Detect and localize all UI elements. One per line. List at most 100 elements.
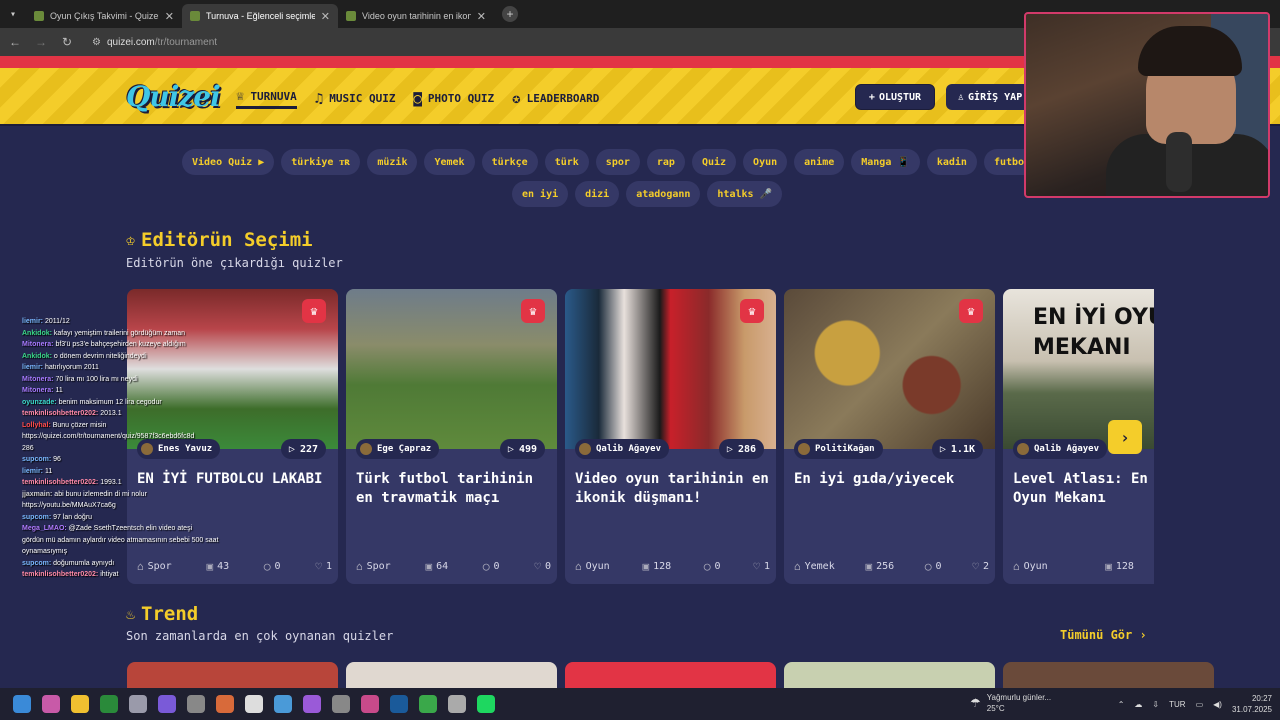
taskbar-app-icon[interactable] <box>13 695 31 713</box>
taskbar-app-icon[interactable] <box>448 695 466 713</box>
forward-arrow-icon[interactable]: → <box>34 35 48 49</box>
taskbar-app-icon[interactable] <box>303 695 321 713</box>
trophy-icon: ♕ <box>236 88 245 104</box>
chat-text: https://youtu.be/MMAuX7ca6g <box>22 502 116 509</box>
chat-username: supcom: <box>22 456 52 463</box>
tag-chip[interactable]: anime <box>794 149 845 175</box>
tab-close-icon[interactable]: ✕ <box>165 10 174 23</box>
quizei-logo[interactable]: Quizei <box>126 80 221 113</box>
url-field[interactable]: ⚙ quizei.com/tr/tournament <box>92 37 217 48</box>
reload-icon[interactable]: ↻ <box>60 35 74 49</box>
tag-chip[interactable]: türkçe <box>481 149 538 175</box>
tab-search-chevron-icon[interactable]: ▾ <box>0 0 26 28</box>
login-button[interactable]: ♙ GİRİŞ YAP <box>946 84 1036 110</box>
taskbar-app-icon[interactable] <box>42 695 60 713</box>
author-badge[interactable]: Ege Çapraz <box>356 439 440 459</box>
meta-comments: ◯ 0 <box>264 560 281 573</box>
chat-text: 97 lan doğru <box>51 513 93 521</box>
taskbar-app-icon[interactable] <box>158 695 176 713</box>
taskbar-app-icon[interactable] <box>187 695 205 713</box>
chat-username: Ankidok: <box>22 329 52 337</box>
trend-card-thumbnail[interactable] <box>784 662 995 690</box>
quiz-card[interactable]: ♛ PolitiKağan ▷ 1.1K En iyi gıda/yiyecek ⌂ Yem… <box>784 289 995 584</box>
trend-card-thumbnail[interactable] <box>1003 662 1214 690</box>
tag-chip[interactable]: en iyi <box>512 181 569 207</box>
chat-message: Lollyhal: Bunu çözer misin <box>22 420 232 432</box>
trend-card-thumbnail[interactable] <box>346 662 557 690</box>
usb-icon[interactable]: ⇩ <box>1152 700 1159 709</box>
carousel-next-button[interactable]: › <box>1108 420 1142 454</box>
trend-card-thumbnail[interactable] <box>127 662 338 690</box>
nav-music-quiz[interactable]: ♫ MUSIC QUIZ <box>315 88 396 109</box>
trend-card-thumbnail[interactable] <box>565 662 776 690</box>
tag-chip[interactable]: rap <box>646 149 685 175</box>
taskbar-app-icon[interactable] <box>477 695 495 713</box>
taskbar-app-icon[interactable] <box>332 695 350 713</box>
chat-username: supcom: <box>22 513 52 521</box>
tag-chip[interactable]: dizi <box>575 181 620 207</box>
chat-text: 70 lira mı 100 lira mı neydi <box>53 375 138 383</box>
clock[interactable]: 20:27 31.07.2025 <box>1232 693 1272 715</box>
tag-chip[interactable]: htalks 🎤 <box>707 181 783 207</box>
taskbar-app-icon[interactable] <box>216 695 234 713</box>
cloud-icon[interactable]: ☁ <box>1134 700 1142 709</box>
site-info-icon[interactable]: ⚙ <box>92 37 101 48</box>
author-badge[interactable]: PolitiKağan <box>794 439 883 459</box>
quiz-title[interactable]: En iyi gıda/yiyecek <box>794 470 989 489</box>
chat-username: liemir: <box>22 467 44 475</box>
meta-likes[interactable]: ♡ 1 <box>753 560 770 573</box>
tag-chip[interactable]: Yemek <box>424 149 475 175</box>
taskbar-app-icon[interactable] <box>129 695 147 713</box>
taskbar-app-icon[interactable] <box>274 695 292 713</box>
speaker-icon[interactable]: ◀) <box>1213 700 1222 709</box>
meta-value: Spor <box>366 561 391 572</box>
taskbar-app-icon[interactable] <box>71 695 89 713</box>
tag-chip[interactable]: kadin <box>926 149 977 175</box>
meta-likes[interactable]: ♡ 2 <box>972 560 989 573</box>
quiz-title[interactable]: Video oyun tarihinin en ikonik düşmanı! <box>575 470 770 508</box>
taskbar-app-icon[interactable] <box>361 695 379 713</box>
browser-tab-2[interactable]: Turnuva - Eğlenceli seçimler yap ✕ <box>182 4 338 28</box>
browser-tab-3[interactable]: Video oyun tarihinin en ikonik düşmanı ✕ <box>338 4 494 28</box>
play-count-badge: ▷ 1.1K <box>931 439 983 459</box>
chat-message: liemir: hatırlıyorum 2011 <box>22 362 232 374</box>
tag-chip[interactable]: Video Quiz ▶ <box>182 149 275 175</box>
tab-favicon-icon <box>346 11 356 21</box>
taskbar-app-icon[interactable] <box>100 695 118 713</box>
quiz-card[interactable]: ♛ Qalib Ağayev ▷ 286 Video oyun tarihinin en… <box>565 289 776 584</box>
tag-chip[interactable]: atadogann <box>626 181 701 207</box>
nav-leaderboard[interactable]: ✪ LEADERBOARD <box>512 88 599 109</box>
tab-close-icon[interactable]: ✕ <box>321 10 330 23</box>
quiz-title[interactable]: Level Atlası: En İyi Oyun Mekanı <box>1013 470 1154 508</box>
create-button[interactable]: + OLUŞTUR <box>855 84 935 110</box>
tag-chip[interactable]: Manga 📱 <box>851 149 920 175</box>
meta-likes[interactable]: ♡ 1 <box>315 560 332 573</box>
taskbar-app-icon[interactable] <box>245 695 263 713</box>
quiz-title[interactable]: Türk futbol tarihinin en travmatik maçı <box>356 470 551 508</box>
tag-chip[interactable]: Quiz <box>691 149 737 175</box>
monitor-icon[interactable]: ▭ <box>1196 700 1204 709</box>
chat-message: https://youtu.be/MMAuX7ca6g <box>22 500 232 512</box>
tag-chip[interactable]: müzik <box>367 149 418 175</box>
quiz-card[interactable]: ♛ Ege Çapraz ▷ 499 Türk futbol tarihinin en … <box>346 289 557 584</box>
lang-indicator[interactable]: TUR <box>1169 700 1185 709</box>
tab-close-icon[interactable]: ✕ <box>477 10 486 23</box>
new-tab-button[interactable]: + <box>502 6 518 22</box>
nav-photo-quiz[interactable]: ◙ PHOTO QUIZ <box>413 88 494 109</box>
chevron-up-icon[interactable]: ⌃ <box>1118 700 1125 709</box>
see-all-link[interactable]: Tümünü Gör › <box>1060 628 1147 642</box>
meta-likes[interactable]: ♡ 0 <box>534 560 551 573</box>
taskbar-app-icon[interactable] <box>419 695 437 713</box>
tag-chip[interactable]: Oyun <box>743 149 788 175</box>
nav-turnuva[interactable]: ♕ TURNUVA <box>236 88 297 109</box>
author-badge[interactable]: Qalib Ağayev <box>1013 439 1108 459</box>
author-badge[interactable]: Qalib Ağayev <box>575 439 670 459</box>
tag-chip[interactable]: türk <box>544 149 589 175</box>
browser-tab-1[interactable]: Oyun Çıkış Takvimi - Quizei ✕ <box>26 4 182 28</box>
back-arrow-icon[interactable]: ← <box>8 35 22 49</box>
play-icon: ▷ <box>507 443 514 455</box>
tag-chip[interactable]: spor <box>595 149 640 175</box>
taskbar-app-icon[interactable] <box>390 695 408 713</box>
weather-widget[interactable]: ☂ Yağmurlu günler... 25°C <box>970 692 1051 714</box>
tag-chip[interactable]: türkiye ᴛʀ <box>281 149 361 175</box>
